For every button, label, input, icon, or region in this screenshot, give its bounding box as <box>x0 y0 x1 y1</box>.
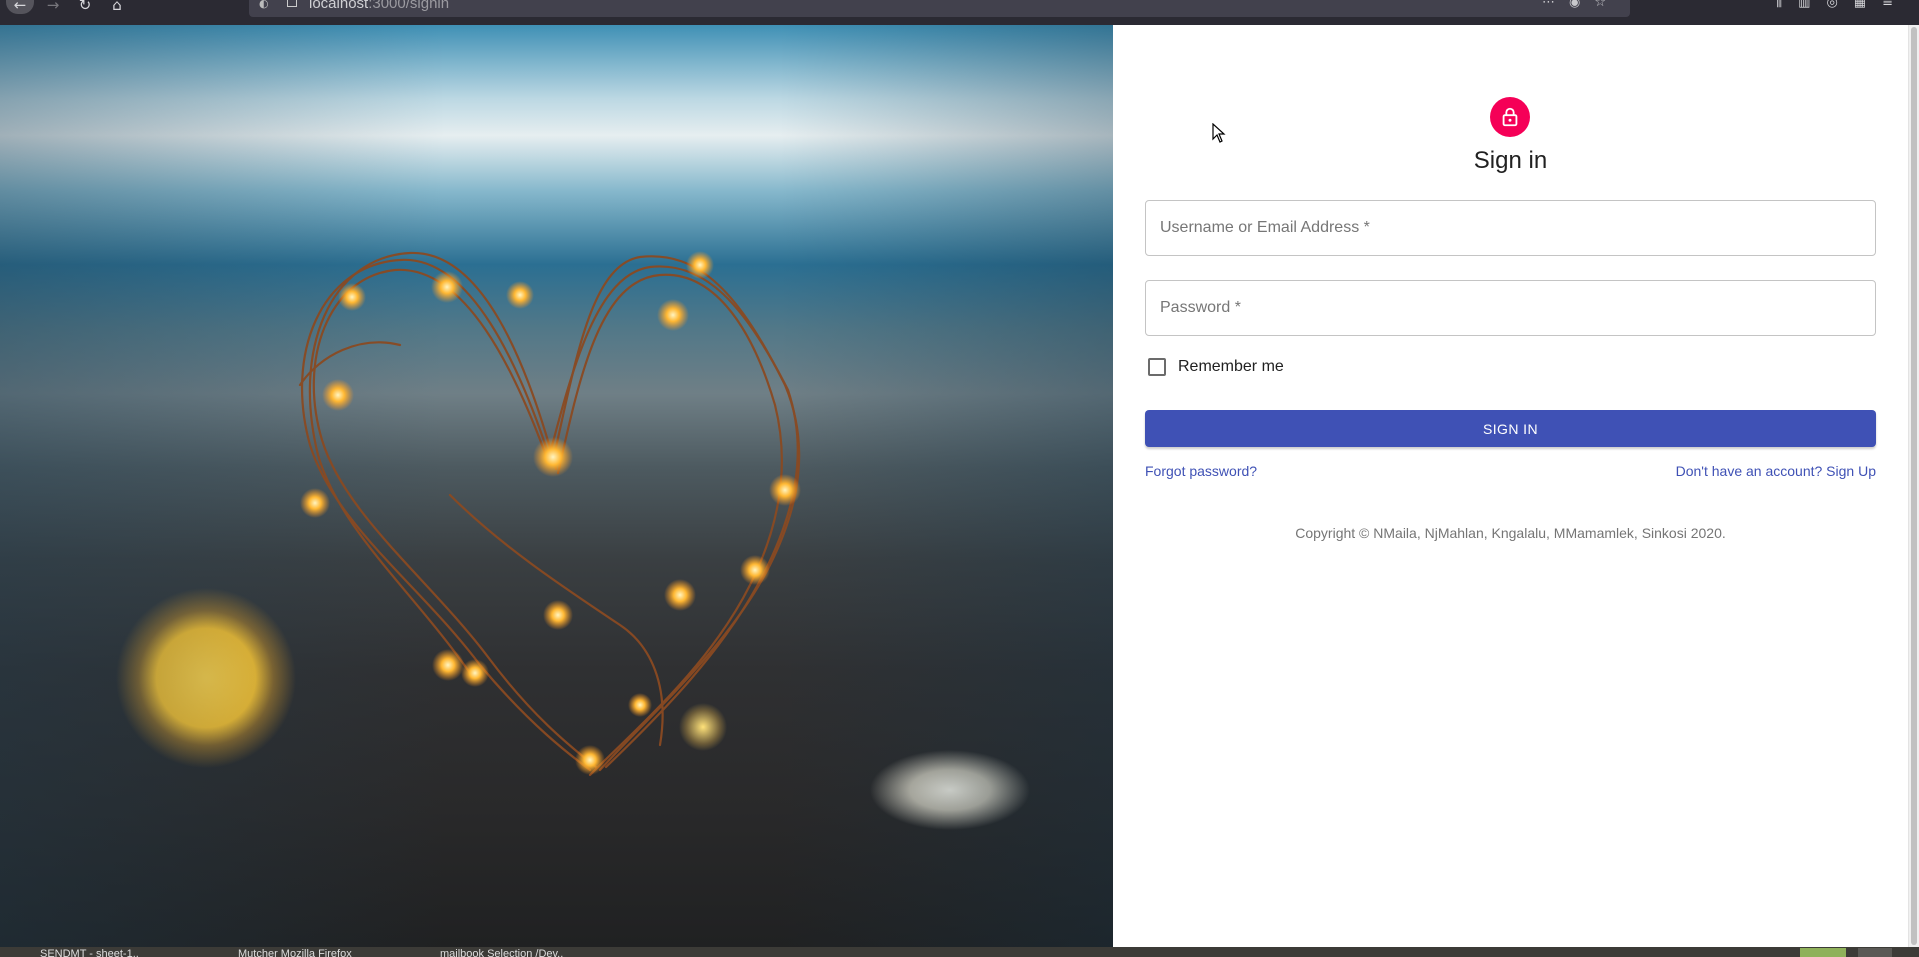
page-title: Sign in <box>1473 147 1548 174</box>
username-field[interactable] <box>1145 200 1876 256</box>
bookmark-star-icon[interactable]: ☆ <box>1594 0 1620 10</box>
remember-checkbox[interactable] <box>1148 358 1166 376</box>
remember-label[interactable]: Remember me <box>1178 358 1284 376</box>
scrollbar-thumb[interactable] <box>1911 27 1917 945</box>
username-input[interactable] <box>1146 201 1875 255</box>
signin-panel: Sign in Remember me SIGN IN Forgot passw… <box>1113 25 1908 947</box>
forward-icon[interactable]: → <box>40 0 66 14</box>
pocket-icon[interactable]: ◉ <box>1569 0 1594 10</box>
copyright: Copyright © NMaila, NjMahlan, Kngalalu, … <box>1295 525 1726 541</box>
mouse-cursor-icon <box>1212 123 1226 143</box>
home-icon[interactable]: ⌂ <box>104 0 130 14</box>
library-icon[interactable]: ⫼ <box>1776 0 1798 10</box>
url-path: :3000/signin <box>368 0 450 12</box>
tray-indicator[interactable] <box>1800 948 1846 957</box>
tray-indicator[interactable] <box>1858 948 1892 957</box>
sign-up-link[interactable]: Don't have an account? Sign Up <box>1676 463 1876 479</box>
address-bar[interactable]: ◐ localhost:3000/signin ⋯◉☆ <box>249 0 1630 17</box>
heart-lights-graphic <box>298 251 801 777</box>
menu-icon[interactable]: ≡ <box>1882 0 1909 10</box>
avatar <box>1490 97 1530 137</box>
remember-me[interactable]: Remember me <box>1145 355 1284 379</box>
taskbar-item[interactable]: Mutcher Mozilla Firefox <box>238 949 438 957</box>
extensions-icon[interactable]: ▦ <box>1854 0 1882 10</box>
url-actions: ⋯◉☆ <box>1542 0 1620 10</box>
sign-in-button[interactable]: SIGN IN <box>1145 410 1876 447</box>
more-icon[interactable]: ⋯ <box>1542 0 1569 10</box>
account-icon[interactable]: ◎ <box>1826 0 1853 10</box>
browser-toolbar: ← → ↻ ⌂ ◐ localhost:3000/signin ⋯◉☆ ⫼▥◎▦… <box>0 0 1919 25</box>
lock-icon[interactable] <box>287 0 297 7</box>
password-input[interactable] <box>1146 281 1875 335</box>
taskbar-item[interactable]: mailbook Selection /Dev.. <box>440 949 620 957</box>
sidebar-icon[interactable]: ▥ <box>1798 0 1826 10</box>
os-taskbar: SENDMT - sheet-1.. Mutcher Mozilla Firef… <box>0 947 1919 957</box>
url-host: localhost <box>309 0 369 12</box>
scrollbar[interactable] <box>1908 25 1919 947</box>
forgot-password-link[interactable]: Forgot password? <box>1145 463 1257 479</box>
lock-icon <box>1502 107 1518 127</box>
url-text[interactable]: localhost:3000/signin <box>309 0 449 12</box>
back-icon[interactable]: ← <box>6 0 34 14</box>
taskbar-item[interactable]: SENDMT - sheet-1.. <box>40 949 210 957</box>
toolbar-right-icons: ⫼▥◎▦≡ <box>1776 0 1909 10</box>
reload-icon[interactable]: ↻ <box>72 0 98 14</box>
shield-icon[interactable]: ◐ <box>259 0 269 9</box>
password-field[interactable] <box>1145 280 1876 336</box>
hero-image <box>0 25 1113 947</box>
